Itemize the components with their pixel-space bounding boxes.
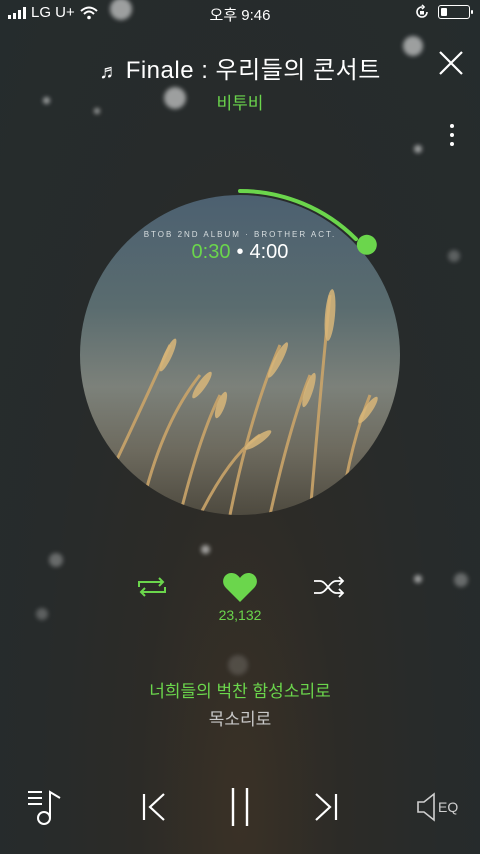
playback-controls: EQ bbox=[0, 780, 480, 836]
next-icon[interactable] bbox=[312, 792, 340, 822]
album-art-container bbox=[60, 175, 420, 535]
lyric-current-line[interactable]: 너희들의 벅찬 함성소리로 bbox=[0, 677, 480, 702]
close-icon[interactable] bbox=[436, 48, 466, 78]
album-caption: BTOB 2ND ALBUM · BROTHER ACT. bbox=[143, 230, 337, 239]
song-title: Finale : 우리들의 콘서트 bbox=[125, 57, 381, 84]
bokeh-light bbox=[201, 545, 210, 554]
eq-label: EQ bbox=[438, 799, 459, 815]
action-row bbox=[0, 570, 480, 610]
bokeh-light bbox=[228, 655, 248, 675]
shuffle-icon[interactable] bbox=[312, 576, 346, 598]
progress-ring[interactable] bbox=[60, 175, 420, 535]
more-icon[interactable] bbox=[448, 124, 456, 152]
speaker-icon bbox=[417, 792, 435, 822]
time-separator: • bbox=[236, 241, 244, 263]
microphone-icon: ♬ bbox=[99, 61, 120, 83]
previous-icon[interactable] bbox=[140, 792, 168, 822]
status-right bbox=[414, 4, 473, 20]
status-bar: LG U+ 오후 9:46 bbox=[0, 0, 480, 26]
status-time: 오후 9:46 bbox=[209, 7, 271, 24]
repeat-icon[interactable] bbox=[136, 576, 168, 598]
heart-icon[interactable] bbox=[222, 572, 258, 604]
lyric-next-line[interactable]: 목소리로 bbox=[0, 705, 480, 730]
eq-icon[interactable]: EQ bbox=[416, 792, 462, 822]
bokeh-light bbox=[49, 553, 63, 567]
battery-icon bbox=[438, 5, 473, 19]
battery-fill bbox=[441, 8, 448, 16]
total-time: 4:00 bbox=[249, 241, 289, 263]
pause-icon[interactable] bbox=[226, 786, 254, 828]
song-title-row[interactable]: ♬ Finale : 우리들의 콘서트 bbox=[0, 50, 480, 85]
playlist-icon[interactable] bbox=[26, 788, 66, 826]
like-count: 23,132 bbox=[218, 607, 262, 623]
rotation-lock-icon bbox=[416, 4, 428, 18]
time-display: 0:30 • 4:00 bbox=[0, 241, 480, 264]
bokeh-light bbox=[414, 145, 422, 153]
artist-name[interactable]: 비투비 bbox=[0, 89, 480, 114]
current-time: 0:30 bbox=[191, 241, 231, 263]
